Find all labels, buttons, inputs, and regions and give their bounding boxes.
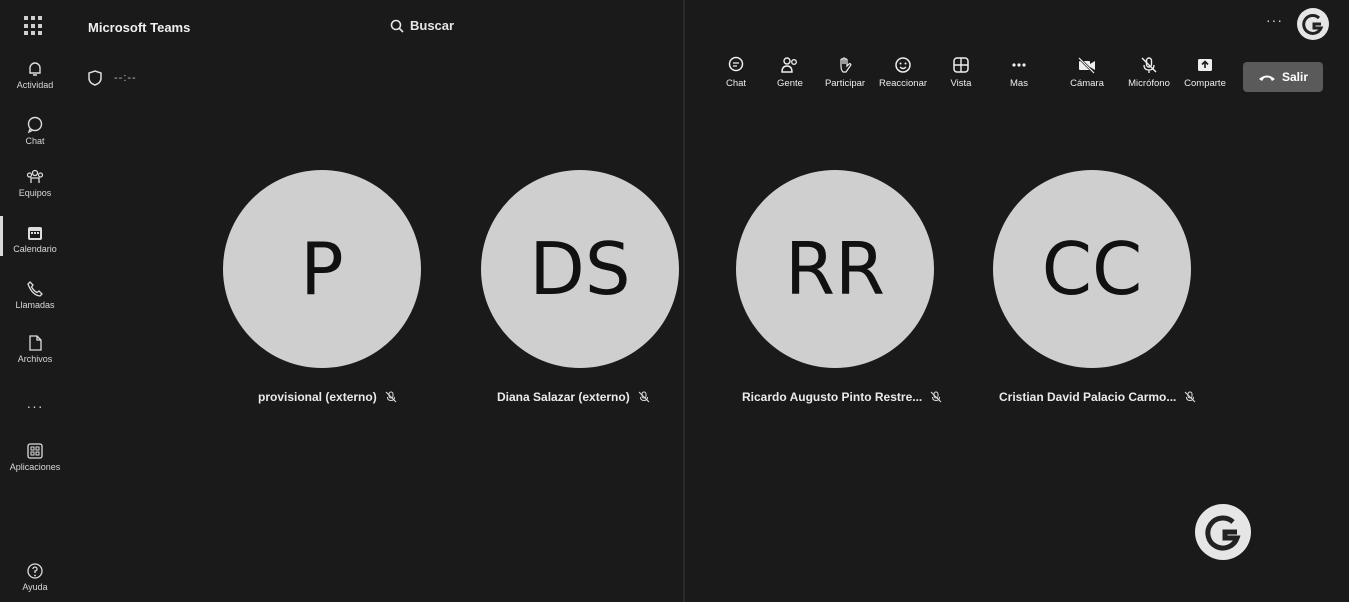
participant-avatar: P bbox=[223, 170, 421, 368]
smiley-icon bbox=[895, 57, 911, 73]
react-button[interactable]: Reaccionar bbox=[876, 56, 930, 89]
user-avatar[interactable] bbox=[1297, 8, 1329, 40]
settings-more-button[interactable]: ··· bbox=[1266, 12, 1283, 28]
rail-label: Archivos bbox=[17, 354, 53, 364]
app-launcher-icon[interactable] bbox=[24, 16, 44, 36]
participant-name: Diana Salazar (externo) bbox=[497, 390, 630, 404]
mic-muted-icon bbox=[1185, 391, 1196, 403]
participant-name: provisional (externo) bbox=[258, 390, 377, 404]
toolbar-label: Comparte bbox=[1184, 78, 1226, 89]
camera-button[interactable]: Cámara bbox=[1070, 56, 1104, 89]
participant-name-row: provisional (externo) bbox=[258, 390, 397, 404]
view-button[interactable]: Vista bbox=[946, 56, 976, 89]
mic-muted-icon bbox=[638, 391, 650, 403]
rail-item-actividad[interactable]: Actividad bbox=[0, 60, 70, 90]
rail-label: Actividad bbox=[16, 80, 54, 90]
self-view-avatar[interactable] bbox=[1195, 504, 1251, 560]
mic-button[interactable]: Micrófono bbox=[1122, 56, 1176, 89]
meeting-timer: --:-- bbox=[114, 72, 137, 84]
share-button[interactable]: Comparte bbox=[1180, 56, 1230, 89]
chat-icon bbox=[27, 116, 43, 134]
profile-logo-icon bbox=[1302, 13, 1324, 35]
mic-off-icon bbox=[1141, 57, 1157, 73]
toolbar-label: Cámara bbox=[1070, 78, 1104, 89]
toolbar-label: Micrófono bbox=[1128, 78, 1170, 89]
leave-button[interactable]: Salir bbox=[1243, 62, 1323, 92]
raise-hand-button[interactable]: Participar bbox=[820, 56, 870, 89]
rail-item-archivos[interactable]: Archivos bbox=[0, 334, 70, 364]
participant-name-row: Cristian David Palacio Carmo... bbox=[999, 390, 1196, 404]
search-box[interactable]: Buscar bbox=[390, 18, 454, 33]
bell-icon bbox=[29, 62, 41, 76]
participant-name-row: Ricardo Augusto Pinto Restre... bbox=[742, 390, 942, 404]
left-rail: Actividad Chat Equipos Calendario Llamad… bbox=[0, 48, 70, 602]
participant-avatar: RR bbox=[736, 170, 934, 368]
phone-icon bbox=[27, 281, 43, 297]
chat-button[interactable]: Chat bbox=[722, 56, 750, 89]
people-button[interactable]: Gente bbox=[772, 56, 808, 89]
toolbar-label: Vista bbox=[950, 78, 972, 89]
camera-off-icon bbox=[1078, 57, 1095, 74]
people-icon bbox=[781, 57, 797, 73]
share-icon bbox=[1198, 59, 1212, 71]
scan-divider bbox=[683, 0, 685, 602]
hand-icon bbox=[840, 57, 852, 73]
help-icon bbox=[27, 563, 43, 579]
teams-icon bbox=[26, 169, 44, 183]
meeting-info: --:-- bbox=[88, 70, 137, 86]
participant-avatar: CC bbox=[993, 170, 1191, 368]
rail-label: Calendario bbox=[13, 244, 57, 254]
chat-icon bbox=[728, 56, 744, 72]
participant-tile[interactable]: RR bbox=[736, 170, 936, 368]
shield-icon bbox=[88, 70, 102, 86]
participant-tile[interactable]: P bbox=[223, 170, 423, 368]
teams-window: Microsoft Teams Buscar ··· Actividad Cha… bbox=[0, 0, 1349, 602]
more-button[interactable]: Mas bbox=[1004, 56, 1034, 89]
search-icon bbox=[390, 19, 404, 33]
participant-tile[interactable]: CC bbox=[993, 170, 1193, 368]
toolbar-label: Chat bbox=[725, 78, 747, 89]
app-title: Microsoft Teams bbox=[88, 20, 191, 35]
leave-label: Salir bbox=[1281, 70, 1308, 84]
toolbar-label: Participar bbox=[824, 78, 866, 89]
participant-name: Ricardo Augusto Pinto Restre... bbox=[742, 390, 923, 404]
rail-more-button[interactable]: ··· bbox=[0, 398, 70, 414]
rail-label: Equipos bbox=[18, 188, 52, 198]
toolbar-label: Reaccionar bbox=[878, 78, 928, 89]
rail-label: Ayuda bbox=[22, 582, 48, 592]
rail-item-llamadas[interactable]: Llamadas bbox=[0, 280, 70, 310]
rail-label: Chat bbox=[25, 136, 45, 146]
rail-item-calendario[interactable]: Calendario bbox=[0, 224, 70, 254]
rail-label: Llamadas bbox=[15, 300, 55, 310]
mic-muted-icon bbox=[385, 391, 397, 403]
self-logo-icon bbox=[1205, 515, 1241, 551]
grid-view-icon bbox=[953, 57, 969, 73]
rail-item-aplicaciones[interactable]: Aplicaciones bbox=[0, 442, 70, 472]
more-icon bbox=[1012, 63, 1026, 67]
participant-name: Cristian David Palacio Carmo... bbox=[999, 390, 1177, 404]
rail-item-ayuda[interactable]: Ayuda bbox=[0, 562, 70, 592]
participant-tile[interactable]: DS bbox=[481, 170, 681, 368]
file-icon bbox=[29, 335, 42, 351]
rail-item-equipos[interactable]: Equipos bbox=[0, 168, 70, 198]
participant-name-row: Diana Salazar (externo) bbox=[497, 390, 650, 404]
rail-label: Aplicaciones bbox=[9, 462, 61, 472]
apps-icon bbox=[27, 443, 43, 459]
toolbar-label: Gente bbox=[777, 78, 803, 89]
participant-avatar: DS bbox=[481, 170, 679, 368]
top-bar: Microsoft Teams Buscar ··· bbox=[0, 0, 1349, 48]
calendar-icon bbox=[28, 227, 42, 240]
toolbar-label: Mas bbox=[1010, 78, 1028, 89]
rail-item-chat[interactable]: Chat bbox=[0, 116, 70, 146]
hang-up-icon bbox=[1258, 75, 1275, 81]
search-label: Buscar bbox=[410, 18, 455, 33]
mic-muted-icon bbox=[930, 391, 942, 403]
